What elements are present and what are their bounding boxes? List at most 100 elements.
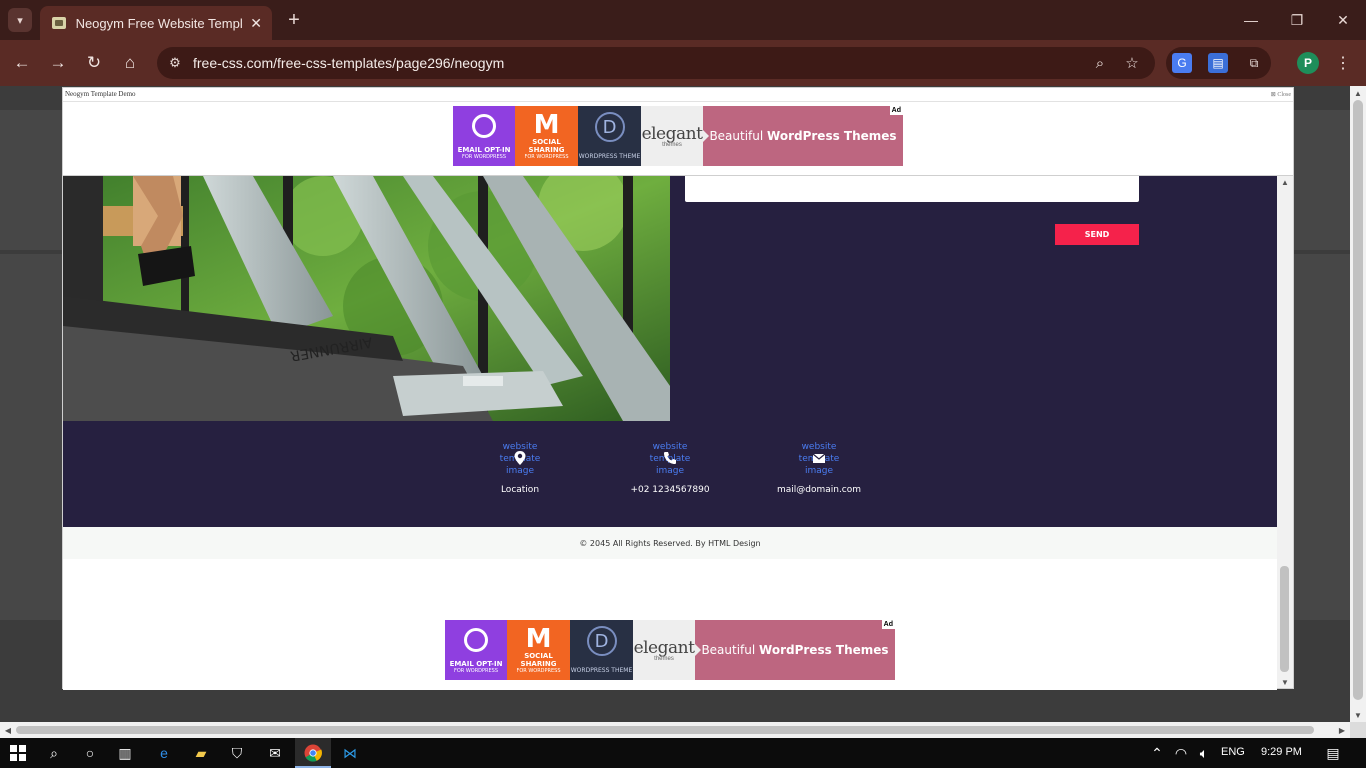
- ad-tile-social-sharing[interactable]: M SOCIAL SHARING FOR WORDPRESS: [515, 106, 578, 166]
- divi-logo-icon: D: [586, 626, 617, 656]
- translate-extension-icon[interactable]: G: [1172, 53, 1192, 73]
- demo-header: Neogym Template Demo ⊠ Close: [63, 88, 1293, 102]
- ad-cta[interactable]: Beautiful WordPress Themes Ad: [695, 620, 895, 680]
- envelope-icon: [812, 453, 826, 463]
- bloom-logo-icon: [472, 114, 496, 138]
- gym-treadmill-image: AIRRUNNER: [63, 176, 670, 421]
- browser-toolbar: ← → ↻ ⌂ ⚙ free-css.com/free-css-template…: [0, 40, 1366, 86]
- mail-icon[interactable]: ✉: [264, 742, 286, 764]
- vscode-icon[interactable]: ⋈: [339, 742, 361, 764]
- location-image: website template image: [500, 442, 541, 476]
- file-explorer-icon[interactable]: ▰: [190, 742, 212, 764]
- ad-badge[interactable]: Ad: [889, 106, 903, 115]
- scroll-down-icon[interactable]: ▼: [1277, 676, 1293, 688]
- demo-close-link[interactable]: ⊠ Close: [1271, 91, 1291, 98]
- monarch-logo-icon: M: [525, 624, 552, 654]
- top-ad-banner[interactable]: EMAIL OPT-IN FOR WORDPRESS M SOCIAL SHAR…: [453, 106, 903, 166]
- notifications-icon[interactable]: ▤: [1322, 742, 1344, 764]
- ad-tile-email-optin[interactable]: EMAIL OPT-IN FOR WORDPRESS: [445, 620, 507, 680]
- phone-label: +02 1234567890: [630, 485, 710, 495]
- ad-tile-elegant-themes[interactable]: elegant themes: [633, 620, 695, 680]
- new-tab-button[interactable]: +: [282, 8, 306, 32]
- extensions-group: G ▤ ⧉: [1166, 47, 1271, 79]
- windows-start-icon[interactable]: [7, 742, 29, 764]
- footer-item-phone: website template image +02 1234567890: [610, 441, 730, 495]
- cortana-icon[interactable]: ○: [79, 742, 101, 764]
- task-view-icon[interactable]: ▥: [114, 742, 136, 764]
- message-textarea[interactable]: [685, 176, 1139, 202]
- scroll-right-icon[interactable]: ▶: [1334, 722, 1350, 738]
- map-pin-icon: [514, 451, 526, 465]
- restore-button[interactable]: ❐: [1283, 8, 1311, 32]
- copyright-text: © 2045 All Rights Reserved. By HTML Desi…: [63, 527, 1277, 559]
- monarch-logo-icon: M: [533, 110, 560, 140]
- ad-cta[interactable]: Beautiful WordPress Themes Ad: [703, 106, 903, 166]
- ad-tile-email-optin[interactable]: EMAIL OPT-IN FOR WORDPRESS: [453, 106, 515, 166]
- docs-extension-icon[interactable]: ▤: [1208, 53, 1228, 73]
- extensions-puzzle-icon[interactable]: ⧉: [1244, 53, 1264, 73]
- send-button[interactable]: SEND: [1055, 224, 1139, 245]
- home-button[interactable]: ⌂: [117, 50, 143, 76]
- ad-tile-social-sharing[interactable]: M SOCIAL SHARING FOR WORDPRESS: [507, 620, 570, 680]
- bookmark-star-icon[interactable]: ☆: [1122, 53, 1142, 73]
- iframe-scrollbar[interactable]: ▲ ▼: [1277, 176, 1293, 688]
- windows-taskbar: ⌕ ○ ▥ e ▰ ⛉ ✉ ⋈ ⌃ ◠ 🔈︎ ENG 9:29 PM ▤: [0, 738, 1366, 768]
- search-icon[interactable]: ⌕: [43, 742, 65, 764]
- vertical-scroll-thumb[interactable]: [1353, 100, 1363, 700]
- tab-search-button[interactable]: ▾: [8, 8, 32, 32]
- back-button[interactable]: ←: [9, 50, 35, 76]
- store-icon[interactable]: ⛉: [226, 742, 248, 764]
- wifi-icon[interactable]: ◠: [1170, 742, 1192, 764]
- site-info-icon[interactable]: ⚙: [165, 53, 185, 73]
- scroll-down-icon[interactable]: ▼: [1350, 708, 1366, 722]
- scroll-left-icon[interactable]: ◀: [0, 722, 16, 738]
- bloom-logo-icon: [464, 628, 488, 652]
- browser-menu-icon[interactable]: ⋮: [1335, 52, 1351, 74]
- email-label: mail@domain.com: [776, 485, 862, 495]
- tab-close-icon[interactable]: ✕: [250, 15, 262, 32]
- address-bar[interactable]: ⚙ free-css.com/free-css-templates/page29…: [157, 47, 1155, 79]
- footer-item-location: website template image Location: [460, 441, 580, 495]
- ad-tile-divi-theme[interactable]: D WORDPRESS THEME: [570, 620, 633, 680]
- treadmill-photo-illustration: AIRRUNNER: [63, 176, 670, 421]
- zoom-icon[interactable]: ⌕: [1090, 53, 1110, 73]
- tray-chevron-icon[interactable]: ⌃: [1146, 742, 1168, 764]
- chrome-icon[interactable]: [302, 742, 324, 764]
- footer-contact-info: website template image Location website …: [63, 421, 1277, 527]
- footer-item-email: website template image mail@domain.com: [759, 441, 879, 495]
- ad-tile-elegant-themes[interactable]: elegant themes: [641, 106, 703, 166]
- window-close-button[interactable]: ✕: [1329, 8, 1357, 32]
- location-label: Location: [500, 485, 540, 495]
- horizontal-scrollbar[interactable]: ◀ ▶: [0, 722, 1350, 738]
- iframe-scroll-thumb[interactable]: [1280, 566, 1289, 672]
- vertical-scrollbar[interactable]: ▲ ▼: [1350, 86, 1366, 722]
- language-indicator[interactable]: ENG: [1221, 746, 1245, 758]
- phone-image: website template image: [649, 442, 691, 476]
- profile-avatar[interactable]: P: [1297, 52, 1319, 74]
- template-demo-frame: Neogym Template Demo ⊠ Close EMAIL OPT-I…: [62, 87, 1294, 690]
- bottom-ad-banner[interactable]: EMAIL OPT-IN FOR WORDPRESS M SOCIAL SHAR…: [445, 620, 895, 680]
- top-ad-area: EMAIL OPT-IN FOR WORDPRESS M SOCIAL SHAR…: [63, 102, 1293, 176]
- favicon-icon: [52, 17, 66, 29]
- phone-icon: [664, 452, 676, 464]
- email-image: website template image: [799, 442, 840, 476]
- horizontal-scroll-thumb[interactable]: [16, 726, 1314, 734]
- volume-icon[interactable]: 🔈︎: [1193, 742, 1215, 764]
- scroll-up-icon[interactable]: ▲: [1277, 176, 1293, 188]
- footer-ad-area: EMAIL OPT-IN FOR WORDPRESS M SOCIAL SHAR…: [63, 559, 1277, 690]
- tab-strip: ▾ Neogym Free Website Template ✕ + — ❐ ✕: [0, 0, 1366, 40]
- ad-badge[interactable]: Ad: [881, 620, 895, 629]
- forward-button[interactable]: →: [45, 50, 71, 76]
- url-text[interactable]: free-css.com/free-css-templates/page296/…: [193, 55, 504, 71]
- scroll-up-icon[interactable]: ▲: [1350, 86, 1366, 100]
- active-tab[interactable]: Neogym Free Website Template ✕: [40, 6, 272, 40]
- ad-tile-divi-theme[interactable]: D WORDPRESS THEME: [578, 106, 641, 166]
- minimize-button[interactable]: —: [1237, 8, 1265, 32]
- edge-icon[interactable]: e: [153, 742, 175, 764]
- tab-title: Neogym Free Website Template: [75, 15, 243, 31]
- clock[interactable]: 9:29 PM: [1261, 746, 1302, 758]
- reload-button[interactable]: ↻: [81, 50, 107, 76]
- demo-title: Neogym Template Demo: [65, 90, 136, 98]
- contact-form-panel: SEND: [670, 176, 1277, 421]
- divi-logo-icon: D: [594, 112, 625, 142]
